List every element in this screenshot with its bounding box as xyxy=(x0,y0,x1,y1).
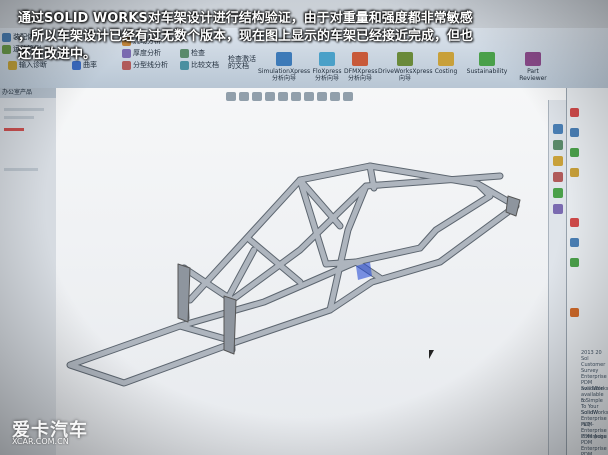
news-item[interactable]: Enterprise PDM xyxy=(581,446,608,455)
appearances-icon[interactable] xyxy=(570,218,579,227)
news-item[interactable]: Customer Survey xyxy=(581,362,608,374)
mouse-cursor xyxy=(429,350,434,359)
photo-caption: 通过SOLID WORKS对车架设计进行结构验证，由于对重量和强度都非常敏感 ，… xyxy=(18,10,604,64)
rss-icon[interactable] xyxy=(570,308,579,317)
watermark-url: XCAR.COM.CN xyxy=(12,437,69,446)
task-pane: 2013 20 Sol Customer Survey Enterprise P… xyxy=(566,88,608,455)
custom-properties-icon[interactable] xyxy=(570,238,579,247)
caption-line-2: ，所以车架设计已经有过无数个版本，现在图上显示的车架已经接近完成，但也 xyxy=(18,29,474,44)
view-icons-strip xyxy=(548,100,567,455)
resources-icon[interactable] xyxy=(570,108,579,117)
feature-icon[interactable] xyxy=(553,172,563,182)
solidworks-forum-icon[interactable] xyxy=(570,258,579,267)
news-item[interactable]: 2013 20 Sol xyxy=(581,350,608,362)
caption-line-1: 通过SOLID WORKS对车架设计进行结构验证，由于对重量和强度都非常敏感 xyxy=(18,11,473,26)
news-item[interactable]: Enterprise PDM xyxy=(581,434,608,446)
assembly-tool-icon[interactable] xyxy=(553,188,563,198)
view-icon[interactable] xyxy=(553,140,563,150)
sketch-icon[interactable] xyxy=(553,156,563,166)
caption-line-3: 还在改进中。 xyxy=(18,47,97,62)
file-explorer-icon[interactable] xyxy=(570,148,579,157)
solidworks-window: 装配体 运动算例 流动分析 厚度分析 分型线分析 比较文档 曲率 输入诊断 检查… xyxy=(0,0,608,455)
appearance-icon[interactable] xyxy=(553,204,563,214)
car-frame-model[interactable] xyxy=(0,0,608,455)
view-palette-icon[interactable] xyxy=(570,168,579,177)
design-library-icon[interactable] xyxy=(570,128,579,137)
rebuild-icon[interactable] xyxy=(553,124,563,134)
